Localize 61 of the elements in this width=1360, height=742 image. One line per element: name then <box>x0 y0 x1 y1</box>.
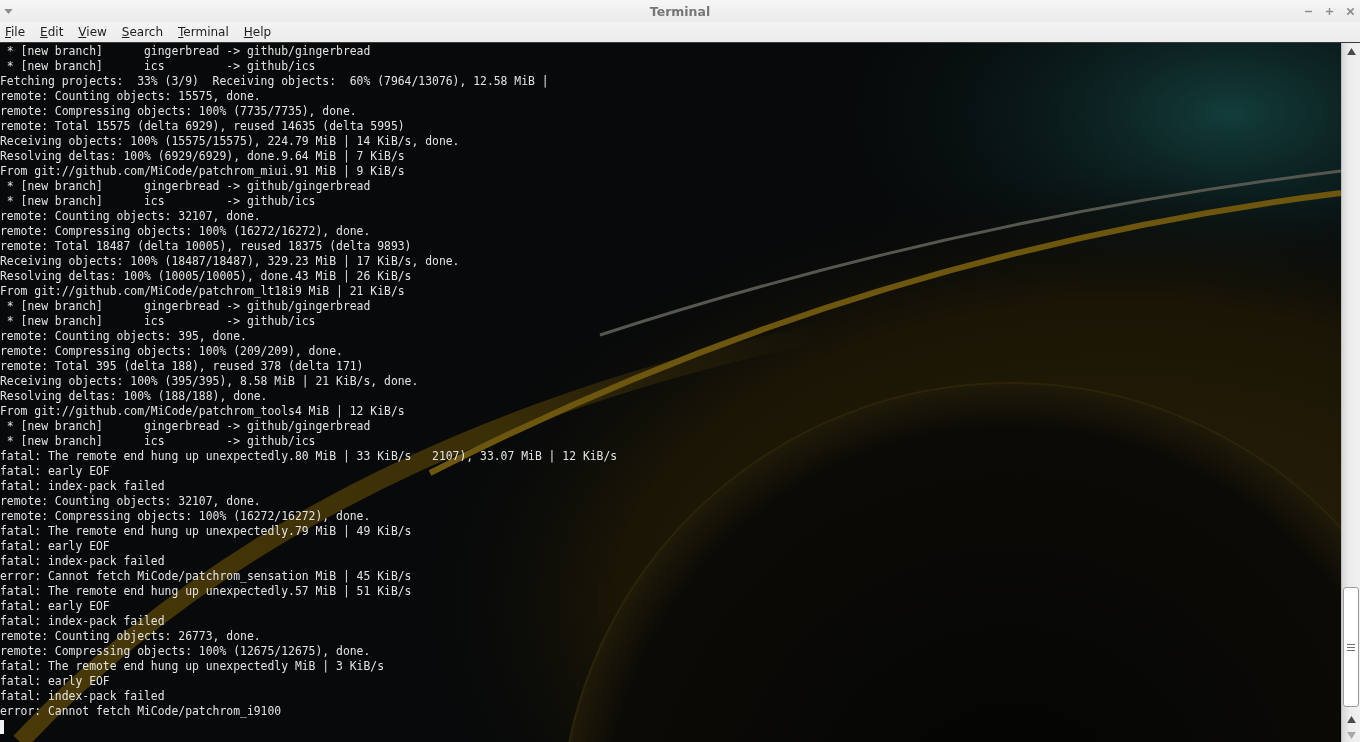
terminal-line: * [new branch] ics -> github/ics <box>5 194 316 209</box>
terminal-line: * [new branch] ics -> github/ics <box>5 314 316 329</box>
window-title: Terminal <box>649 3 711 19</box>
terminal-line: remote: Counting objects: 26773, done. <box>0 629 261 644</box>
terminal-line: fatal: index-pack failed <box>0 479 165 494</box>
terminal-line: remote: Total 18487 (delta 10005), reused 18375 (delta 9893) <box>0 239 412 254</box>
terminal-line: From git://github.com/MiCode/patchrom_lt18i9 MiB | 21 KiB/s <box>0 284 405 299</box>
terminal-line: fatal: The remote end hung up unexpectedly.57 MiB | 51 KiB/s <box>0 584 412 599</box>
terminal-line: * [new branch] ics -> github/ics <box>5 59 316 74</box>
terminal-line: Resolving deltas: 100% (6929/6929), done.9.64 MiB | 7 KiB/s <box>0 149 405 164</box>
terminal-line: Fetching projects: 33% (3/9) Receiving objects: 60% (7964/13076), 12.58 MiB | <box>0 74 549 89</box>
scroll-thumb[interactable] <box>1343 587 1359 707</box>
menu-item[interactable]: Terminal <box>173 23 236 41</box>
terminal-line: fatal: The remote end hung up unexpectedly.79 MiB | 49 KiB/s <box>0 524 412 539</box>
terminal-line: remote: Counting objects: 32107, done. <box>0 494 261 509</box>
scroll-up-icon[interactable] <box>1346 716 1356 723</box>
maximize-icon[interactable] <box>1325 6 1334 16</box>
terminal-line: Receiving objects: 100% (15575/15575), 224.79 MiB | 14 KiB/s, done. <box>0 134 460 149</box>
terminal-line: From git://github.com/MiCode/patchrom_miui.91 MiB | 9 KiB/s <box>0 164 405 179</box>
terminal-line: remote: Compressing objects: 100% (12675/12675), done. <box>0 644 371 659</box>
text-cursor <box>0 720 4 734</box>
terminal-line: * [new branch] gingerbread -> github/gingerbread <box>5 44 371 59</box>
terminal-line: fatal: early EOF <box>0 464 110 479</box>
terminal-line: remote: Counting objects: 15575, done. <box>0 89 261 104</box>
terminal-line: error: Cannot fetch MiCode/patchrom_sensation MiB | 45 KiB/s <box>0 569 412 584</box>
terminal-line: remote: Compressing objects: 100% (16272/16272), done. <box>0 224 371 239</box>
terminal-line: From git://github.com/MiCode/patchrom_tools4 MiB | 12 KiB/s <box>0 404 405 419</box>
scroll-up-icon[interactable] <box>1346 48 1356 55</box>
menu-item[interactable]: Help <box>238 23 279 41</box>
menu-item[interactable]: Edit <box>35 23 71 41</box>
terminal-line: remote: Total 395 (delta 188), reused 378 (delta 171) <box>0 359 364 374</box>
terminal-line: remote: Compressing objects: 100% (209/209), done. <box>0 344 343 359</box>
terminal-line: remote: Total 15575 (delta 6929), reused 14635 (delta 5995) <box>0 119 405 134</box>
terminal-line: fatal: The remote end hung up unexpectedly.80 MiB | 33 KiB/s 2107), 33.07 MiB | 12 KiB/s <box>0 449 618 464</box>
terminal-line: remote: Counting objects: 32107, done. <box>0 209 261 224</box>
menu-item[interactable]: Search <box>116 23 171 41</box>
terminal-line: Resolving deltas: 100% (188/188), done. <box>0 389 268 404</box>
terminal-line: fatal: early EOF <box>0 674 110 689</box>
terminal-line: * [new branch] gingerbread -> github/gingerbread <box>5 179 371 194</box>
terminal-line: * [new branch] gingerbread -> github/gingerbread <box>5 419 371 434</box>
terminal-line: error: Cannot fetch MiCode/patchrom_i9100 <box>0 704 282 719</box>
terminal-line: Receiving objects: 100% (18487/18487), 329.23 MiB | 17 KiB/s, done. <box>0 254 460 269</box>
scrollbar[interactable] <box>1341 43 1360 742</box>
terminal-line: fatal: index-pack failed <box>0 689 165 704</box>
terminal-line: * [new branch] ics -> github/ics <box>5 434 316 449</box>
terminal-line: fatal: index-pack failed <box>0 614 165 629</box>
terminal-line: fatal: The remote end hung up unexpectedly MiB | 3 KiB/s <box>0 659 385 674</box>
terminal-line: * [new branch] gingerbread -> github/gingerbread <box>5 299 371 314</box>
close-icon[interactable] <box>1346 6 1355 16</box>
terminal-line: remote: Compressing objects: 100% (7735/7735), done. <box>0 104 357 119</box>
terminal-line: remote: Compressing objects: 100% (16272/16272), done. <box>0 509 371 524</box>
terminal-line: fatal: early EOF <box>0 599 110 614</box>
terminal-line: Resolving deltas: 100% (10005/10005), done.43 MiB | 26 KiB/s <box>0 269 412 284</box>
terminal-line: Receiving objects: 100% (395/395), 8.58 MiB | 21 KiB/s, done. <box>0 374 419 389</box>
terminal-line: fatal: index-pack failed <box>0 554 165 569</box>
caret-icon[interactable] <box>4 8 13 14</box>
menu-item[interactable]: File <box>0 23 33 41</box>
terminal-line: remote: Counting objects: 395, done. <box>0 329 247 344</box>
menu-item[interactable]: View <box>73 23 114 41</box>
scroll-down-icon[interactable] <box>1346 732 1356 739</box>
terminal-line: fatal: early EOF <box>0 539 110 554</box>
